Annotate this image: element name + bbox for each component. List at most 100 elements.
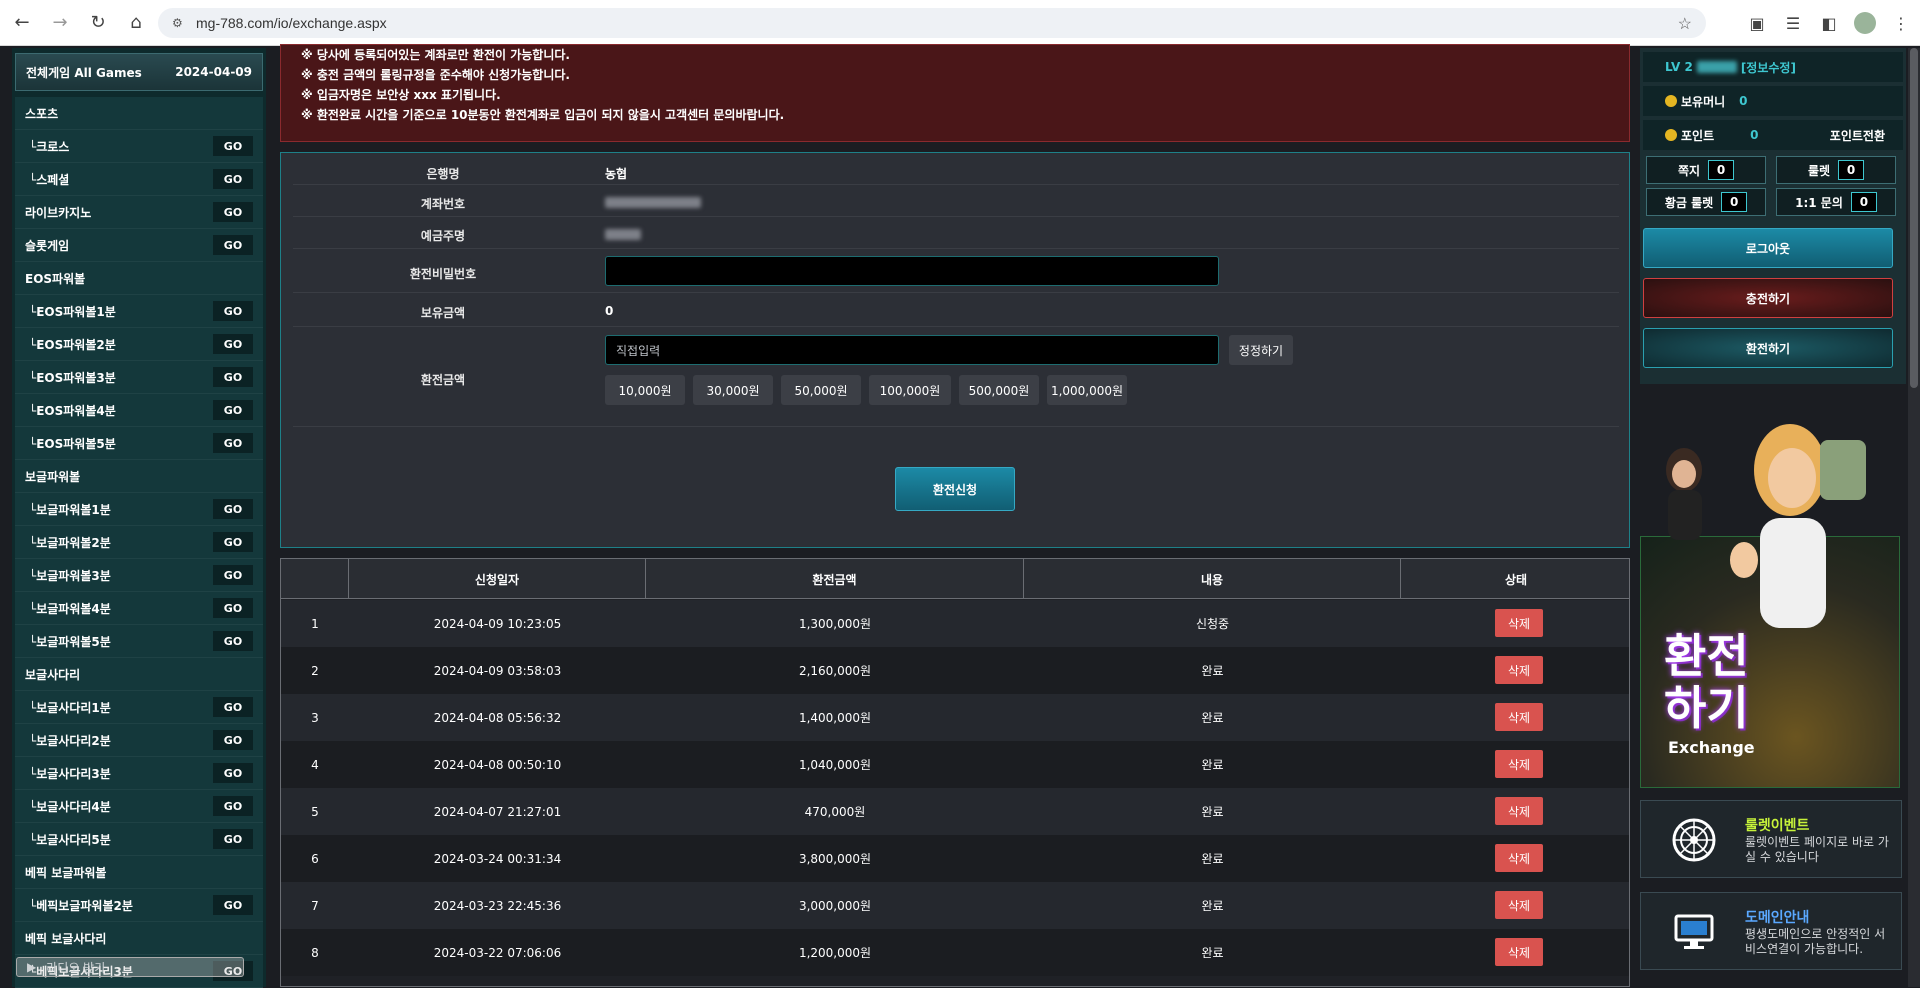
go-button[interactable]: GO bbox=[213, 763, 253, 783]
delete-button[interactable]: 삭제 bbox=[1495, 797, 1543, 825]
sidebar-item[interactable]: 보글파워볼 bbox=[15, 460, 263, 493]
go-button[interactable]: GO bbox=[213, 136, 253, 156]
go-button[interactable]: GO bbox=[213, 730, 253, 750]
roulette-box[interactable]: 룰렛 0 bbox=[1776, 156, 1896, 184]
go-button[interactable]: GO bbox=[213, 235, 253, 255]
charge-button[interactable]: 충전하기 bbox=[1643, 278, 1893, 318]
profile-avatar[interactable] bbox=[1854, 12, 1876, 34]
sidebar-item[interactable]: └스페셜 GO bbox=[15, 163, 263, 196]
site-info-icon[interactable]: ⚙ bbox=[172, 16, 186, 30]
exchange-banner[interactable]: 환전 하기 Exchange bbox=[1640, 400, 1900, 788]
sidebar-item[interactable]: 슬롯게임 GO bbox=[15, 229, 263, 262]
note-box[interactable]: 쪽지 0 bbox=[1646, 156, 1766, 184]
delete-button[interactable]: 삭제 bbox=[1495, 656, 1543, 684]
sidebar-item[interactable]: 베픽 보글사다리 bbox=[15, 922, 263, 955]
sidebar-item[interactable]: EOS파워볼 bbox=[15, 262, 263, 295]
go-button[interactable]: GO bbox=[213, 895, 253, 915]
sidebar-item[interactable]: └보글사다리3분 GO bbox=[15, 757, 263, 790]
sidebar-item[interactable]: └보글파워볼5분 GO bbox=[15, 625, 263, 658]
go-button[interactable]: GO bbox=[213, 400, 253, 420]
amount-500000-button[interactable]: 500,000원 bbox=[959, 375, 1039, 405]
delete-button[interactable]: 삭제 bbox=[1495, 844, 1543, 872]
sidebar-item[interactable]: 보글사다리 bbox=[15, 658, 263, 691]
amount-10000-button[interactable]: 10,000원 bbox=[605, 375, 685, 405]
row-number: 2 bbox=[311, 663, 319, 678]
go-button[interactable]: GO bbox=[213, 433, 253, 453]
sidebar-item[interactable]: └보글사다리4분 GO bbox=[15, 790, 263, 823]
exchange-button[interactable]: 환전하기 bbox=[1643, 328, 1893, 368]
sidebar-item[interactable]: └보글파워볼1분 GO bbox=[15, 493, 263, 526]
logout-button[interactable]: 로그아웃 bbox=[1643, 228, 1893, 268]
sidebar-item[interactable]: └보글파워볼2분 GO bbox=[15, 526, 263, 559]
sidebar-item[interactable]: 스포츠 bbox=[15, 97, 263, 130]
home-icon[interactable]: ⌂ bbox=[120, 7, 152, 39]
sidebar-item[interactable]: └EOS파워볼4분 GO bbox=[15, 394, 263, 427]
domain-info-card[interactable]: 도메인안내 평생도메인으로 안정적인 서비스연결이 가능합니다. bbox=[1640, 892, 1902, 970]
go-button[interactable]: GO bbox=[213, 796, 253, 816]
extensions-icon[interactable]: ▣ bbox=[1746, 14, 1768, 33]
scrollbar-thumb[interactable] bbox=[1910, 48, 1918, 388]
sidebar-item[interactable]: └보글파워볼3분 GO bbox=[15, 559, 263, 592]
go-button[interactable]: GO bbox=[213, 565, 253, 585]
go-button[interactable]: GO bbox=[213, 532, 253, 552]
sidebar-item[interactable]: └베픽보글파워볼2분 GO bbox=[15, 889, 263, 922]
delete-button[interactable]: 삭제 bbox=[1495, 609, 1543, 637]
sidebar-item[interactable]: └EOS파워볼5분 GO bbox=[15, 427, 263, 460]
amount-100000-button[interactable]: 100,000원 bbox=[869, 375, 951, 405]
reset-button[interactable]: 정정하기 bbox=[1229, 335, 1293, 365]
media-icon[interactable]: ☰ bbox=[1782, 14, 1804, 33]
inquiry-box[interactable]: 1:1 문의 0 bbox=[1776, 188, 1896, 216]
go-button[interactable]: GO bbox=[213, 631, 253, 651]
delete-button[interactable]: 삭제 bbox=[1495, 703, 1543, 731]
amount-input[interactable]: 직접입력 bbox=[605, 335, 1219, 365]
go-button[interactable]: GO bbox=[213, 367, 253, 387]
go-button[interactable]: GO bbox=[213, 829, 253, 849]
sidebar-item[interactable]: └보글사다리1분 GO bbox=[15, 691, 263, 724]
forward-icon[interactable]: → bbox=[44, 7, 76, 39]
side-panel-icon[interactable]: ◧ bbox=[1818, 14, 1840, 33]
radio-overlay[interactable]: ▶ 라디오 받기 bbox=[16, 957, 244, 977]
go-button[interactable]: GO bbox=[213, 202, 253, 222]
notice-line: ※ 환전완료 시간을 기준으로 10분동안 환전계좌로 입금이 되지 않을시 고… bbox=[301, 108, 785, 122]
exchange-submit-button[interactable]: 환전신청 bbox=[895, 467, 1015, 511]
table-row: 8 2024-03-22 07:06:06 1,200,000원 완료 삭제 bbox=[281, 929, 1629, 976]
go-button[interactable]: GO bbox=[213, 499, 253, 519]
sidebar-item[interactable]: └보글사다리2분 GO bbox=[15, 724, 263, 757]
go-button[interactable]: GO bbox=[213, 598, 253, 618]
page-scrollbar[interactable] bbox=[1908, 48, 1920, 987]
amount-30000-button[interactable]: 30,000원 bbox=[693, 375, 773, 405]
sidebar-item[interactable]: └보글사다리5분 GO bbox=[15, 823, 263, 856]
go-button[interactable]: GO bbox=[213, 334, 253, 354]
delete-button[interactable]: 삭제 bbox=[1495, 750, 1543, 778]
sidebar-item[interactable]: └보글파워볼4분 GO bbox=[15, 592, 263, 625]
go-button[interactable]: GO bbox=[213, 301, 253, 321]
reload-icon[interactable]: ↻ bbox=[82, 7, 114, 39]
gold-roulette-box[interactable]: 황금 룰렛 0 bbox=[1646, 188, 1766, 216]
sidebar-item-label: └보글사다리2분 bbox=[29, 733, 111, 748]
password-label: 환전비밀번호 bbox=[409, 267, 477, 281]
table-header: 신청일자 환전금액 내용 상태 bbox=[281, 559, 1629, 599]
edit-info-link[interactable]: [정보수정] bbox=[1741, 59, 1796, 76]
delete-button[interactable]: 삭제 bbox=[1495, 938, 1543, 966]
password-input[interactable] bbox=[605, 256, 1219, 286]
table-row: 1 2024-04-09 10:23:05 1,300,000원 신청중 삭제 bbox=[281, 600, 1629, 647]
go-button[interactable]: GO bbox=[213, 697, 253, 717]
sidebar-item-label: 베픽 보글파워볼 bbox=[25, 865, 107, 880]
back-icon[interactable]: ← bbox=[6, 7, 38, 39]
point-convert-button[interactable]: 포인트전환 bbox=[1830, 127, 1885, 144]
sidebar-item[interactable]: 베픽 보글파워볼 bbox=[15, 856, 263, 889]
delete-button[interactable]: 삭제 bbox=[1495, 891, 1543, 919]
menu-kebab-icon[interactable]: ⋮ bbox=[1890, 14, 1912, 33]
sidebar-item[interactable]: └EOS파워볼2분 GO bbox=[15, 328, 263, 361]
go-button[interactable]: GO bbox=[213, 169, 253, 189]
amount-1000000-button[interactable]: 1,000,000원 bbox=[1047, 375, 1127, 405]
sidebar-item[interactable]: 라이브카지노 GO bbox=[15, 196, 263, 229]
bookmark-star-icon[interactable]: ☆ bbox=[1678, 14, 1692, 34]
amount-50000-button[interactable]: 50,000원 bbox=[781, 375, 861, 405]
sidebar-item[interactable]: └EOS파워볼1분 GO bbox=[15, 295, 263, 328]
roulette-event-card[interactable]: 룰렛이벤트 룰렛이벤트 페이지로 바로 가실 수 있습니다 bbox=[1640, 800, 1902, 878]
banner-title: 환전 하기 bbox=[1664, 630, 1749, 734]
sidebar-item[interactable]: └크로스 GO bbox=[15, 130, 263, 163]
address-bar[interactable]: ⚙ mg-788.com/io/exchange.aspx ☆ bbox=[158, 8, 1706, 38]
sidebar-item[interactable]: └EOS파워볼3분 GO bbox=[15, 361, 263, 394]
